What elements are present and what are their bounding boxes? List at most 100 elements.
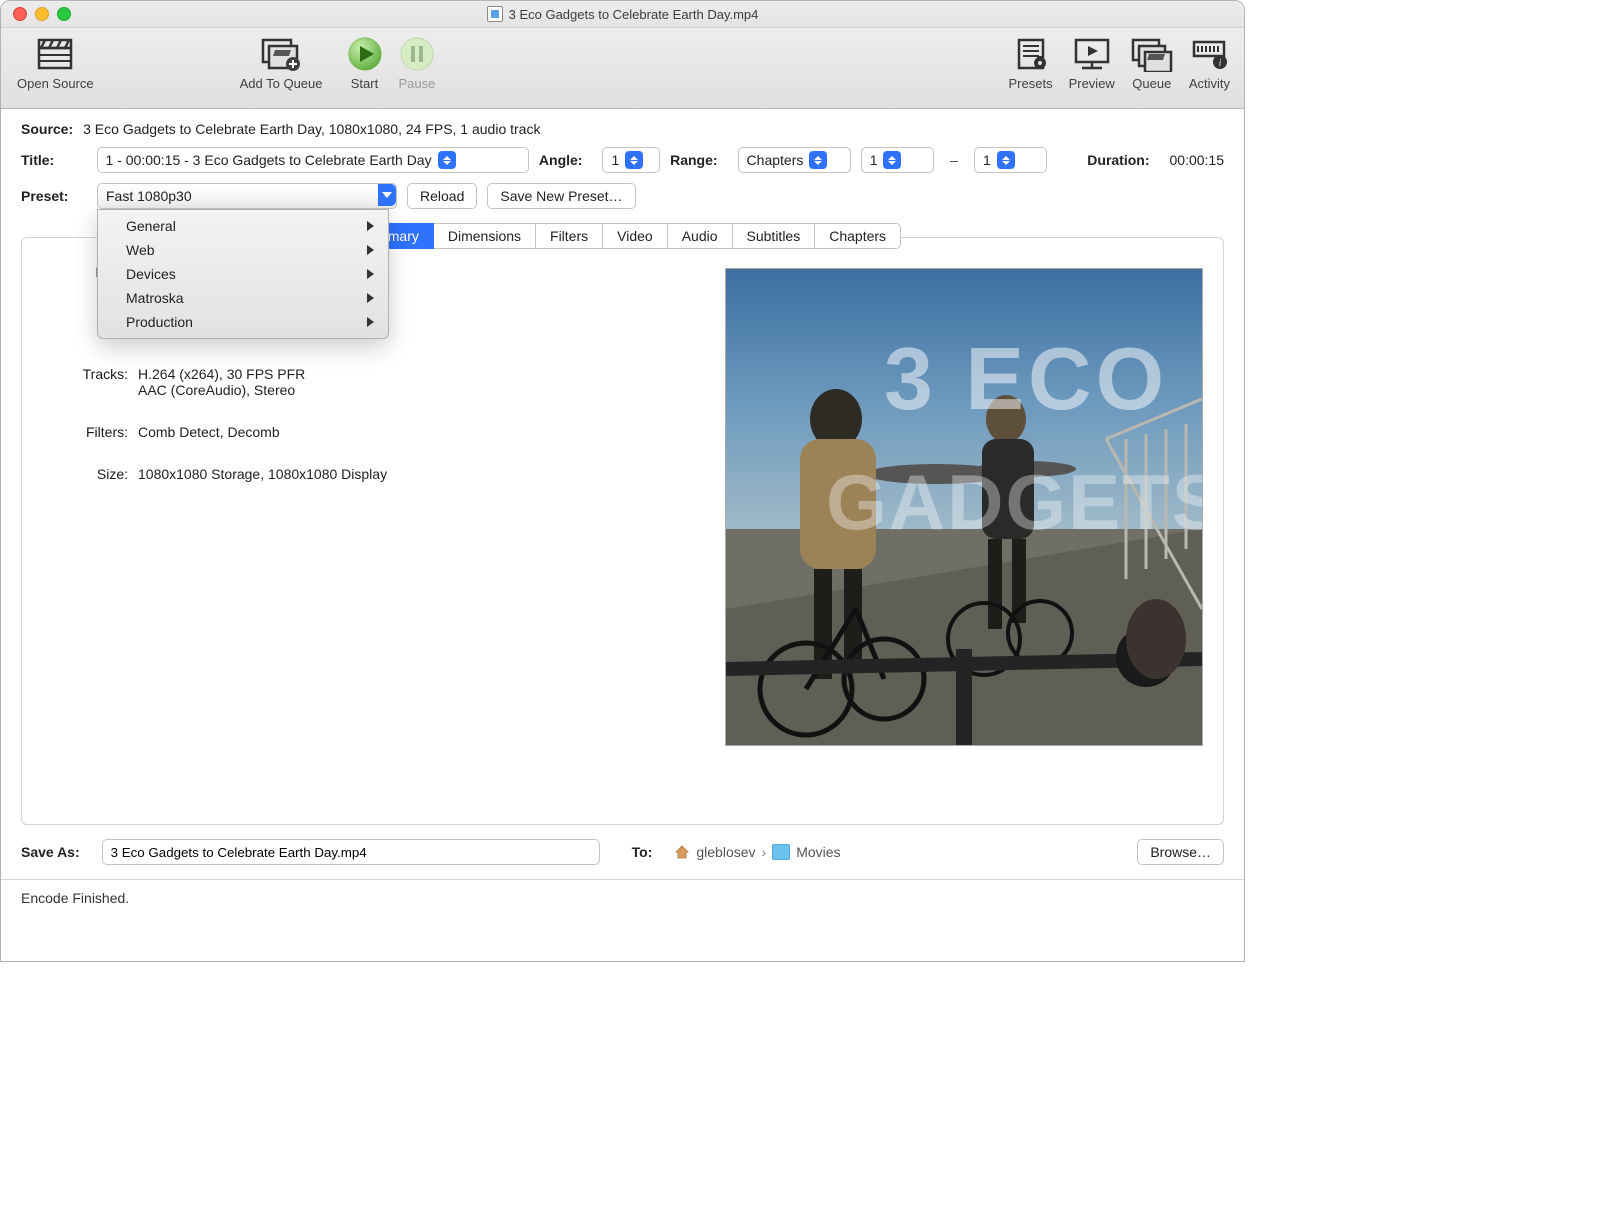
save-new-preset-button[interactable]: Save New Preset… — [487, 183, 635, 209]
queue-icon — [1131, 36, 1173, 72]
source-label: Source: — [21, 121, 73, 137]
preset-menu-matroska[interactable]: Matroska — [98, 286, 388, 310]
range-to-select[interactable]: 1 — [974, 147, 1047, 173]
tab-video[interactable]: Video — [602, 223, 668, 249]
folder-icon — [772, 844, 790, 860]
add-to-queue-label: Add To Queue — [240, 76, 323, 91]
path-folder: Movies — [796, 844, 840, 860]
activity-icon: i — [1190, 36, 1228, 72]
activity-button[interactable]: i Activity — [1181, 34, 1238, 91]
tab-dimensions[interactable]: Dimensions — [433, 223, 536, 249]
tracks-label: Tracks: — [42, 366, 138, 398]
svg-text:i: i — [1219, 58, 1222, 69]
add-queue-icon — [259, 36, 303, 72]
clapperboard-icon — [35, 36, 75, 72]
save-as-input[interactable] — [102, 839, 600, 865]
dropdown-icon — [378, 184, 396, 206]
close-window-button[interactable] — [13, 7, 27, 21]
titlebar: 3 Eco Gadgets to Celebrate Earth Day.mp4 — [1, 1, 1244, 28]
open-source-button[interactable]: Open Source — [9, 34, 102, 91]
size-label: Size: — [42, 466, 138, 482]
svg-text:GADGETS: GADGETS — [826, 458, 1202, 546]
title-label: Title: — [21, 152, 77, 168]
source-value: 3 Eco Gadgets to Celebrate Earth Day, 10… — [83, 121, 540, 137]
activity-label: Activity — [1189, 76, 1230, 91]
preset-menu-devices[interactable]: Devices — [98, 262, 388, 286]
to-label: To: — [632, 844, 653, 860]
stepper-icon — [438, 151, 456, 169]
tabs: Summary Dimensions Filters Video Audio S… — [344, 223, 901, 249]
save-as-label: Save As: — [21, 844, 80, 860]
pause-label: Pause — [399, 76, 436, 91]
tab-chapters[interactable]: Chapters — [814, 223, 901, 249]
destination-path[interactable]: gleblosev › Movies — [674, 844, 840, 860]
tracks-line2: AAC (CoreAudio), Stereo — [138, 382, 502, 398]
queue-label: Queue — [1132, 76, 1171, 91]
tracks-line1: H.264 (x264), 30 FPS PFR — [138, 366, 502, 382]
tab-subtitles[interactable]: Subtitles — [732, 223, 816, 249]
stepper-icon — [809, 151, 827, 169]
pause-button[interactable]: Pause — [391, 34, 444, 91]
submenu-arrow-icon — [367, 221, 374, 231]
preview-image: 3 ECO GADGETS — [725, 268, 1203, 746]
status-text: Encode Finished. — [21, 890, 129, 906]
range-from-value: 1 — [870, 152, 878, 168]
title-select[interactable]: 1 - 00:00:15 - 3 Eco Gadgets to Celebrat… — [97, 147, 529, 173]
range-to-value: 1 — [983, 152, 991, 168]
queue-button[interactable]: Queue — [1123, 34, 1181, 91]
duration-label: Duration: — [1087, 152, 1149, 168]
svg-text:3 ECO: 3 ECO — [884, 329, 1168, 428]
submenu-arrow-icon — [367, 245, 374, 255]
save-bar: Save As: To: gleblosev › Movies Browse… — [1, 825, 1244, 879]
submenu-arrow-icon — [367, 269, 374, 279]
stepper-icon — [625, 151, 643, 169]
presets-button[interactable]: Presets — [1001, 34, 1061, 91]
angle-label: Angle: — [539, 152, 583, 168]
angle-value: 1 — [611, 152, 619, 168]
range-dash: – — [950, 152, 958, 168]
preset-label: Preset: — [21, 188, 77, 204]
play-icon — [347, 36, 383, 72]
pause-icon — [399, 36, 435, 72]
add-to-queue-button[interactable]: Add To Queue — [232, 34, 331, 91]
preset-menu-web[interactable]: Web — [98, 238, 388, 262]
tab-audio[interactable]: Audio — [667, 223, 733, 249]
open-source-label: Open Source — [17, 76, 94, 91]
size-value: 1080x1080 Storage, 1080x1080 Display — [138, 466, 502, 482]
submenu-arrow-icon — [367, 293, 374, 303]
duration-value: 00:00:15 — [1170, 152, 1225, 168]
preset-select[interactable]: Fast 1080p30 — [97, 183, 397, 209]
zoom-window-button[interactable] — [57, 7, 71, 21]
start-button[interactable]: Start — [339, 34, 391, 91]
chevron-right-icon: › — [762, 844, 767, 860]
preset-menu-production[interactable]: Production — [98, 310, 388, 334]
title-select-value: 1 - 00:00:15 - 3 Eco Gadgets to Celebrat… — [106, 152, 432, 168]
preview-label: Preview — [1069, 76, 1115, 91]
minimize-window-button[interactable] — [35, 7, 49, 21]
submenu-arrow-icon — [367, 317, 374, 327]
preset-menu-general[interactable]: General — [98, 214, 388, 238]
preset-menu: General Web Devices Matroska Production — [97, 209, 389, 339]
filters-value: Comb Detect, Decomb — [138, 424, 502, 440]
angle-select[interactable]: 1 — [602, 147, 660, 173]
document-icon — [487, 6, 503, 22]
presets-label: Presets — [1009, 76, 1053, 91]
home-icon — [674, 844, 690, 860]
start-label: Start — [351, 76, 378, 91]
window-title: 3 Eco Gadgets to Celebrate Earth Day.mp4 — [509, 7, 759, 22]
range-mode-value: Chapters — [747, 152, 804, 168]
presets-icon — [1013, 36, 1049, 72]
range-label: Range: — [670, 152, 717, 168]
preview-button[interactable]: Preview — [1061, 34, 1123, 91]
stepper-icon — [997, 151, 1015, 169]
range-from-select[interactable]: 1 — [861, 147, 934, 173]
reload-button[interactable]: Reload — [407, 183, 477, 209]
filters-label: Filters: — [42, 424, 138, 440]
stepper-icon — [883, 151, 901, 169]
preset-value: Fast 1080p30 — [106, 188, 192, 204]
range-mode-select[interactable]: Chapters — [738, 147, 851, 173]
monitor-play-icon — [1072, 36, 1112, 72]
status-bar: Encode Finished. — [1, 880, 1244, 916]
browse-button[interactable]: Browse… — [1137, 839, 1224, 865]
tab-filters[interactable]: Filters — [535, 223, 603, 249]
